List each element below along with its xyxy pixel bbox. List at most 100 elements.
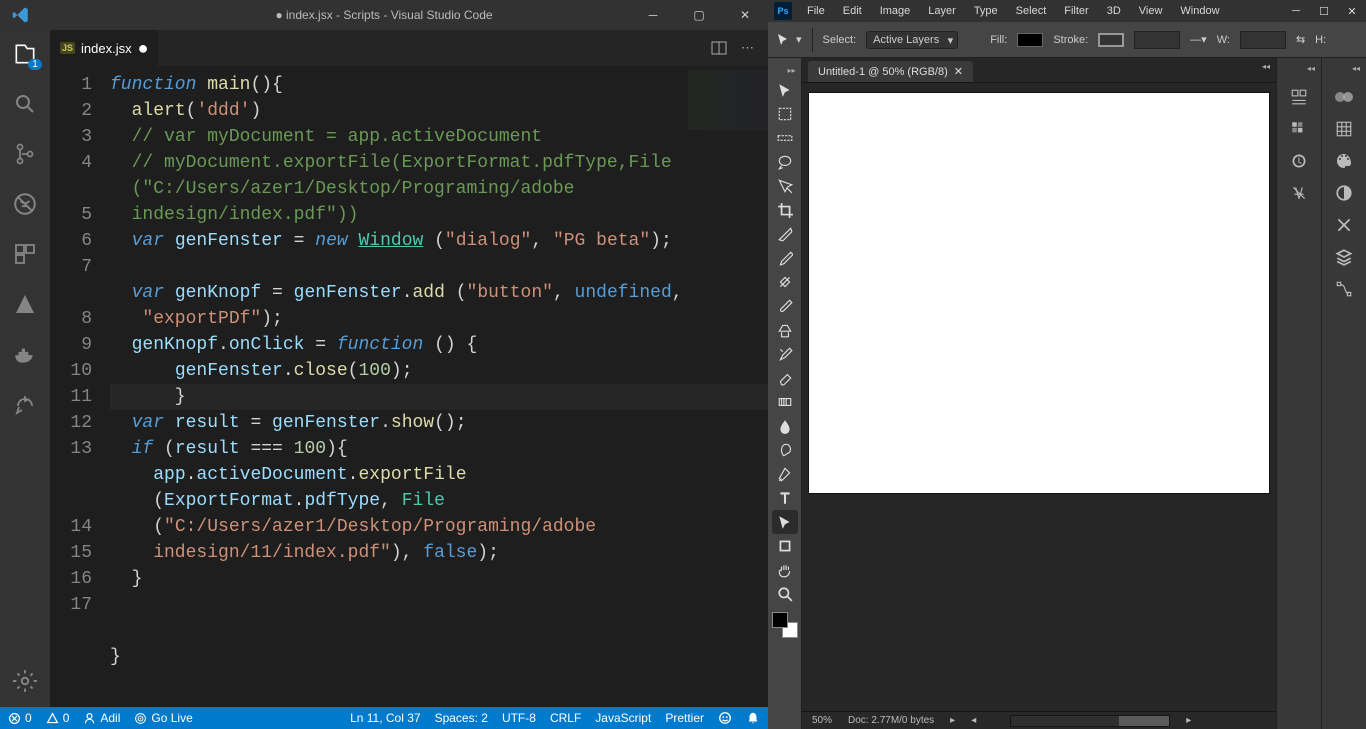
status-language[interactable]: JavaScript (595, 711, 651, 725)
history-panel-icon[interactable] (1285, 86, 1313, 108)
canvas-viewport[interactable] (802, 82, 1276, 711)
swatches-grid-icon[interactable] (1330, 118, 1358, 140)
minimize-button[interactable]: ─ (630, 0, 676, 30)
fill-swatch[interactable] (1017, 33, 1043, 47)
doc-panel-expand-icon[interactable]: ◂◂ (1262, 62, 1270, 71)
slice-tool[interactable] (772, 222, 798, 246)
eraser-tool[interactable] (772, 366, 798, 390)
marquee-tool[interactable] (772, 102, 798, 126)
patch-tool[interactable] (772, 270, 798, 294)
settings-gear-icon[interactable] (11, 667, 39, 695)
scroll-left-icon[interactable]: ◂ (971, 715, 976, 726)
menu-file[interactable]: File (798, 5, 834, 17)
crop-tool[interactable] (772, 198, 798, 222)
properties-panel-icon[interactable] (1285, 150, 1313, 172)
paths-panel-icon[interactable] (1330, 278, 1358, 300)
stroke-width-field[interactable] (1134, 31, 1180, 49)
menu-view[interactable]: View (1130, 5, 1172, 17)
panel-expand-icon-2[interactable]: ◂◂ (1322, 64, 1366, 76)
extensions-icon[interactable] (11, 240, 39, 268)
select-layers-dropdown[interactable]: Active Layers (866, 31, 958, 49)
code-editor[interactable]: 1234567891011121314151617 function main(… (50, 66, 768, 707)
dodge-tool[interactable] (772, 438, 798, 462)
color-panel-icon[interactable] (1285, 118, 1313, 140)
search-icon[interactable] (11, 90, 39, 118)
glyphs-panel-icon[interactable] (1285, 182, 1313, 204)
menu-select[interactable]: Select (1007, 5, 1056, 17)
code-area[interactable]: function main(){ alert('ddd') // var myD… (110, 66, 768, 707)
menu-filter[interactable]: Filter (1055, 5, 1097, 17)
zoom-level[interactable]: 50% (812, 715, 832, 726)
menu-image[interactable]: Image (871, 5, 920, 17)
split-editor-icon[interactable] (711, 40, 727, 56)
ps-minimize-button[interactable]: ─ (1282, 5, 1310, 18)
minimap[interactable] (688, 70, 768, 130)
source-control-icon[interactable] (11, 140, 39, 168)
status-formatter[interactable]: Prettier (665, 711, 704, 725)
debug-disabled-icon[interactable] (11, 190, 39, 218)
status-warnings[interactable]: 0 (46, 711, 70, 725)
status-position[interactable]: Ln 11, Col 37 (350, 711, 421, 725)
status-user[interactable]: Adil (83, 711, 120, 725)
stroke-swatch[interactable] (1098, 33, 1124, 47)
doc-info[interactable]: Doc: 2.77M/0 bytes (848, 715, 934, 726)
status-feedback-icon[interactable] (718, 711, 732, 725)
layers-panel-icon[interactable] (1330, 246, 1358, 268)
azure-icon[interactable] (11, 290, 39, 318)
explorer-icon[interactable]: 1 (11, 40, 39, 68)
quick-select-tool[interactable] (772, 174, 798, 198)
status-spaces[interactable]: Spaces: 2 (435, 711, 488, 725)
menu-3d[interactable]: 3D (1098, 5, 1130, 17)
blur-tool[interactable] (772, 414, 798, 438)
link-wh-icon[interactable]: ⇆ (1296, 33, 1305, 46)
clone-tool[interactable] (772, 318, 798, 342)
zoom-tool[interactable] (772, 582, 798, 606)
adjustments-panel-icon[interactable] (1330, 182, 1358, 204)
menu-type[interactable]: Type (965, 5, 1007, 17)
doc-info-arrow-icon[interactable]: ▸ (950, 715, 955, 726)
menu-layer[interactable]: Layer (919, 5, 965, 17)
foreground-color[interactable] (772, 612, 788, 628)
status-encoding[interactable]: UTF-8 (502, 711, 536, 725)
gradient-tool[interactable] (772, 390, 798, 414)
shape-tool[interactable] (772, 534, 798, 558)
horizontal-scrollbar[interactable] (1010, 715, 1170, 727)
ps-maximize-button[interactable]: ☐ (1310, 5, 1338, 18)
width-field[interactable] (1240, 31, 1286, 49)
scroll-right-icon[interactable]: ▸ (1186, 715, 1191, 726)
more-actions-icon[interactable]: ⋯ (741, 40, 754, 56)
move-tool[interactable] (772, 78, 798, 102)
maximize-button[interactable]: ▢ (676, 0, 722, 30)
document-tab[interactable]: Untitled-1 @ 50% (RGB/8) ✕ (808, 61, 973, 82)
move-tool-indicator[interactable]: ▾ (776, 32, 802, 48)
swatches-panel-icon[interactable] (1330, 86, 1358, 108)
document-tab-close-icon[interactable]: ✕ (954, 65, 963, 78)
foreground-background-swatch[interactable] (772, 612, 798, 638)
brush-tool[interactable] (772, 294, 798, 318)
tab-index-jsx[interactable]: JS index.jsx ● (50, 30, 159, 66)
vscode-window: ● index.jsx - Scripts - Visual Studio Co… (0, 0, 768, 729)
history-brush-tool[interactable] (772, 342, 798, 366)
channels-panel-icon[interactable] (1330, 214, 1358, 236)
hand-tool[interactable] (772, 558, 798, 582)
pen-tool[interactable] (772, 462, 798, 486)
status-errors[interactable]: 0 (8, 711, 32, 725)
canvas[interactable] (809, 93, 1269, 493)
libraries-panel-icon[interactable] (1330, 150, 1358, 172)
type-tool[interactable] (772, 486, 798, 510)
docker-icon[interactable] (11, 340, 39, 368)
marquee-row-tool[interactable] (772, 126, 798, 150)
eyedropper-tool[interactable] (772, 246, 798, 270)
toolbar-expand-icon[interactable]: ▸▸ (770, 64, 800, 76)
liveshare-icon[interactable] (11, 390, 39, 418)
menu-edit[interactable]: Edit (834, 5, 871, 17)
status-golive[interactable]: Go Live (134, 711, 192, 725)
path-tool[interactable] (772, 510, 798, 534)
menu-window[interactable]: Window (1171, 5, 1228, 17)
status-bell-icon[interactable] (746, 711, 760, 725)
ps-close-button[interactable]: ✕ (1338, 5, 1366, 18)
status-eol[interactable]: CRLF (550, 711, 581, 725)
panel-expand-icon[interactable]: ◂◂ (1277, 64, 1321, 76)
close-button[interactable]: ✕ (722, 0, 768, 30)
lasso-tool[interactable] (772, 150, 798, 174)
